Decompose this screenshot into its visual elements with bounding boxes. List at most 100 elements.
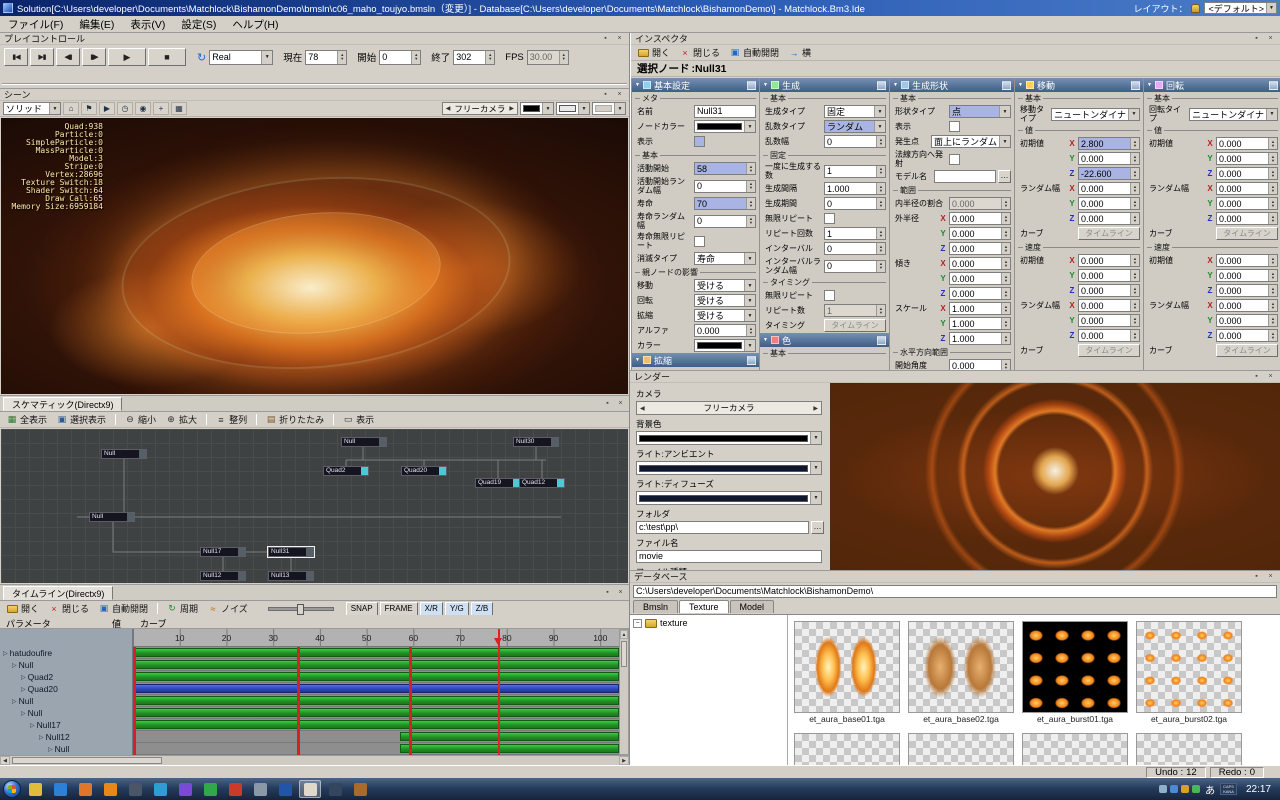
schematic-node-Null31[interactable]: Null31 [268, 547, 314, 557]
infinite-repeat-checkbox[interactable] [824, 213, 835, 224]
spinner-buttons[interactable]: ▲▼ [1130, 330, 1139, 341]
pin-icon[interactable]: ▪ [600, 34, 611, 44]
browser-icon[interactable] [49, 780, 71, 798]
display-button[interactable]: ▭表示 [339, 413, 378, 427]
menu-item-4[interactable]: ヘルプ(H) [224, 16, 286, 32]
start-frame-field[interactable]: 0▲▼ [379, 50, 421, 65]
close-icon[interactable]: × [1265, 34, 1276, 44]
zoom-slider[interactable] [268, 607, 334, 611]
auto-open-button[interactable]: ▣自動開閉 [726, 46, 783, 60]
move-speed-y-field[interactable]: 0.000▲▼ [1078, 269, 1140, 282]
timeline-track-row[interactable] [133, 731, 619, 743]
grid-icon[interactable]: ▦ [171, 102, 187, 115]
vanish-type-dropdown[interactable]: 寿命▼ [694, 252, 756, 265]
pin-icon[interactable]: ▪ [1251, 34, 1262, 44]
close-icon[interactable]: × [1265, 572, 1276, 582]
spinner-buttons[interactable]: ▲▼ [1001, 360, 1010, 370]
fold-button[interactable]: ▤折りたたみ [262, 413, 328, 427]
render-diffuse-color-picker[interactable]: ▼ [636, 491, 822, 505]
pin-icon[interactable]: ▪ [602, 588, 613, 598]
schematic-node-Null12[interactable]: Null12 [200, 571, 246, 581]
move-speed-x-field[interactable]: 0.000▲▼ [1078, 254, 1140, 267]
taskbar-clock[interactable]: 22:17 [1240, 784, 1277, 795]
frame-button[interactable]: FRAME [380, 602, 418, 616]
expand-icon[interactable]: ▷ [21, 686, 26, 693]
spinner-buttons[interactable]: ▲▼ [746, 216, 755, 227]
expand-icon[interactable]: ▷ [3, 650, 8, 657]
tray-icon[interactable] [1159, 785, 1167, 793]
close-icon[interactable]: × [614, 34, 625, 44]
menu-item-1[interactable]: 編集(E) [71, 16, 122, 32]
spinner-buttons[interactable]: ▲▼ [1130, 183, 1139, 194]
random-type-dropdown[interactable]: ランダム▼ [824, 120, 886, 133]
spinner-buttons[interactable]: ▲▼ [746, 198, 755, 209]
prev-camera-icon[interactable]: ◀ [640, 405, 645, 412]
app-icon[interactable] [174, 780, 196, 798]
end-frame-field[interactable]: 302▲▼ [453, 50, 495, 65]
cycle-button[interactable]: ↻周期 [163, 602, 202, 616]
panel-options-icon[interactable] [877, 336, 886, 345]
repeat-count-field[interactable]: 1▲▼ [824, 227, 886, 240]
spinner-buttons[interactable]: ▲▼ [1130, 213, 1139, 224]
section-header[interactable]: ▼拡縮 [632, 353, 759, 367]
spinner-buttons[interactable]: ▲▼ [1001, 318, 1010, 329]
pin-icon[interactable]: ▪ [1251, 572, 1262, 582]
node-color-picker[interactable]: ▼ [694, 120, 756, 133]
eye-icon[interactable]: ◉ [135, 102, 151, 115]
overlay-dropdown[interactable]: ▼ [592, 102, 626, 115]
spinner-buttons[interactable]: ▲▼ [1268, 300, 1277, 311]
move-random-x-field[interactable]: 0.000▲▼ [1078, 182, 1140, 195]
spinner-buttons[interactable]: ▲▼ [1001, 258, 1010, 269]
spinner-buttons[interactable]: ▲▼ [1130, 300, 1139, 311]
inherit-move-dropdown[interactable]: 受ける▼ [694, 279, 756, 292]
app-icon[interactable] [274, 780, 296, 798]
schematic-graph[interactable]: NullNull30NullQuad2Quad20Quad19Quad12Nul… [1, 429, 628, 583]
spinner-buttons[interactable]: ▲▼ [876, 243, 885, 254]
spinner-buttons[interactable]: ▲▼ [1130, 198, 1139, 209]
tray-icon[interactable] [1170, 785, 1178, 793]
activity-start-field[interactable]: 58▲▼ [694, 162, 756, 175]
timeline-tree-row[interactable]: ▷Quad20 [0, 683, 132, 695]
tilt-x-field[interactable]: 0.000▲▼ [949, 257, 1011, 270]
section-header[interactable]: ▼色 [760, 333, 889, 347]
ide-icon[interactable] [299, 780, 321, 798]
panel-options-icon[interactable] [1002, 81, 1011, 90]
move-value-y-field[interactable]: 0.000▲▼ [1078, 152, 1140, 165]
emit-point-dropdown[interactable]: 面上にランダム▼ [931, 135, 1011, 148]
mediaplayer-icon[interactable] [74, 780, 96, 798]
move-value-z-field[interactable]: -22.600▲▼ [1078, 167, 1140, 180]
life-infinite-repeat-checkbox[interactable] [694, 236, 705, 247]
random-width-field[interactable]: 0▲▼ [824, 135, 886, 148]
spinner-buttons[interactable]: ▲▼ [559, 51, 568, 64]
pin-icon[interactable]: ▪ [602, 399, 613, 409]
rotate-speed-y-field[interactable]: 0.000▲▼ [1216, 269, 1278, 282]
spinner-buttons[interactable]: ▲▼ [1268, 213, 1277, 224]
schematic-node-Null17[interactable]: Null17 [200, 547, 246, 557]
outer-radius-z-field[interactable]: 0.000▲▼ [949, 242, 1011, 255]
timeline-bar[interactable] [133, 708, 619, 717]
folder-open-button[interactable]: 開く [634, 46, 674, 60]
next-camera-icon[interactable]: ▶ [813, 405, 818, 412]
spinner-buttons[interactable]: ▲▼ [1268, 153, 1277, 164]
timeline-bar[interactable] [133, 672, 619, 681]
fit-all-button[interactable]: ▦全表示 [3, 413, 51, 427]
expand-icon[interactable]: ▷ [39, 734, 44, 741]
rotate-speed-random-y-field[interactable]: 0.000▲▼ [1216, 314, 1278, 327]
spinner-buttons[interactable]: ▲▼ [746, 163, 755, 174]
panel-options-icon[interactable] [747, 356, 756, 365]
rotate-random-z-field[interactable]: 0.000▲▼ [1216, 212, 1278, 225]
spinner-buttons[interactable]: ▲▼ [1001, 228, 1010, 239]
spinner-buttons[interactable]: ▲▼ [1130, 168, 1139, 179]
spinner-buttons[interactable]: ▲▼ [1130, 138, 1139, 149]
move-speed-random-y-field[interactable]: 0.000▲▼ [1078, 314, 1140, 327]
shape-type-dropdown[interactable]: 点▼ [949, 105, 1011, 118]
app-icon[interactable] [124, 780, 146, 798]
render-camera-selector[interactable]: ◀フリーカメラ▶ [636, 401, 822, 415]
timeline-vscrollbar[interactable]: ▲ [619, 629, 629, 755]
auto-open-button[interactable]: ▣自動開閉 [95, 602, 152, 616]
play-button[interactable]: ▶ [108, 48, 146, 66]
spinner-buttons[interactable]: ▲▼ [1268, 315, 1277, 326]
spinner-buttons[interactable]: ▲▼ [1268, 270, 1277, 281]
generate-count-field[interactable]: 1▲▼ [824, 165, 886, 178]
timeline-tree-row[interactable]: ▷Null12 [0, 731, 132, 743]
